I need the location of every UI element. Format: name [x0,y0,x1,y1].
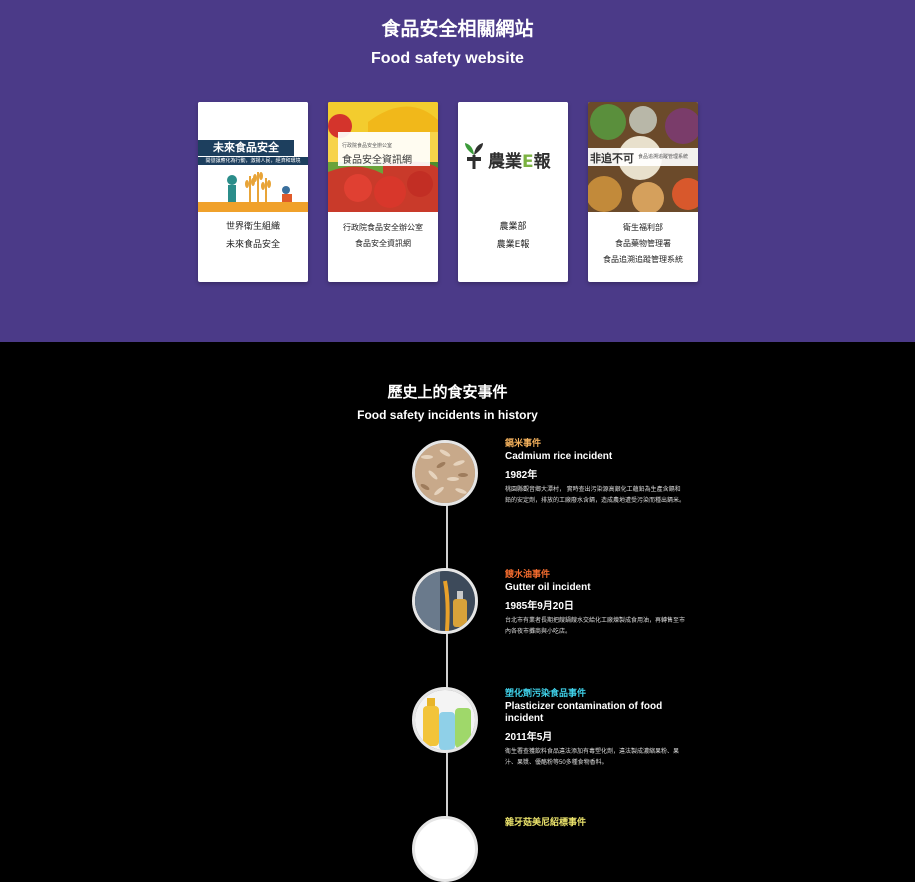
card-image: 非追不可 食品追溯追蹤管理系統 [588,102,698,212]
card-agriculture-news[interactable]: 農業E報 農業部 農業E報 [458,102,568,282]
event-description: 台北市有業者長期把餿鍋餿水交給化工廠煉製成食用油，再轉售至市內各夜市攤商與小吃店… [505,618,686,635]
card-image-subtitle: 行政院食品安全辦公室 [342,143,393,149]
section-title-zh: 食品安全相關網站 [381,18,534,40]
card-food-safety-info[interactable]: 行政院食品安全辦公室 食品安全資訊網 行政院食品安全辦公室 食品安全資訊網 [328,102,438,282]
card-caption: 衛生福利部 食品藥物管理署 食品追溯追蹤管理系統 [603,223,683,264]
event-title-en: Gutter oil incident [505,582,591,593]
event-plasticizer: 塑化劑污染食品事件 Plasticizer contamination of f… [505,686,685,769]
event-date: 1982年 [505,470,538,481]
event-gutter-oil: 餿水油事件 Gutter oil incident 1985年9月20日 台北市… [505,567,685,638]
cadmium-rice-image [412,440,478,506]
event-description: 桃園縣觀音鄉大潭村， 實時查出污染源高銀化工蘊鉛為生產含鎘和鉛的安定劑，排放的工… [505,487,686,504]
event-title-zh: 鎘米事件 [505,438,542,448]
card-who-food-safety[interactable]: 未來食品安全 開發讓應化為行動，激揚人民，經濟和環境 世界衛生組織 未來食品安全 [198,102,308,282]
leaf-logo-icon [465,143,483,169]
event-title-en: Cadmium rice incident [505,451,613,462]
card-image: 農業E報 [458,102,568,212]
section-title-en: Food safety website [371,50,524,67]
event-title-en: Plasticizer contamination of food incide… [505,701,663,724]
event-title-zh: 塑化劑污染食品事件 [505,688,587,698]
event-date: 1985年9月20日 [505,601,574,612]
event-4-image [412,816,478,882]
event-title-zh: 雜牙菇美尼紹標事件 [505,817,587,827]
card-caption: 農業部 農業E報 [496,222,530,250]
card-caption: 行政院食品安全辦公室 食品安全資訊網 [343,223,423,248]
event-title-zh: 餿水油事件 [505,569,551,579]
logo-subtitle: 食品追溯追蹤管理系統 [638,154,689,160]
card-image: 行政院食品安全辦公室 食品安全資訊網 [328,102,438,212]
logo-text: 農業E報 [488,152,551,172]
history-title-zh: 歷史上的食安事件 [387,383,508,401]
card-image: 未來食品安全 開發讓應化為行動，激揚人民，經濟和環境 [198,102,308,212]
card-image-title: 食品安全資訊網 [342,155,412,166]
plasticizer-image [412,687,478,753]
farm-illustration [198,172,308,212]
card-food-traceability[interactable]: 非追不可 食品追溯追蹤管理系統 衛生福利部 食品藥物管理署 食品追溯追蹤管理系統 [588,102,698,282]
event-cadmium-rice: 鎘米事件 Cadmium rice incident 1982年 桃園縣觀音鄉大… [505,436,685,507]
history-title-en: Food safety incidents in history [357,408,538,422]
event-description: 衛生署查獲飲料食品違法添加有毒塑化劑，違法製成濃縮果粉、果汁、果漿、優酪粉等50… [505,749,680,766]
timeline-line [446,470,448,823]
event-4: 雜牙菇美尼紹標事件 [505,815,685,828]
logo-text: 非追不可 [590,152,634,165]
card-caption: 世界衛生組織 未來食品安全 [225,222,280,250]
event-date: 2011年5月 [505,732,553,743]
gutter-oil-image [412,568,478,634]
